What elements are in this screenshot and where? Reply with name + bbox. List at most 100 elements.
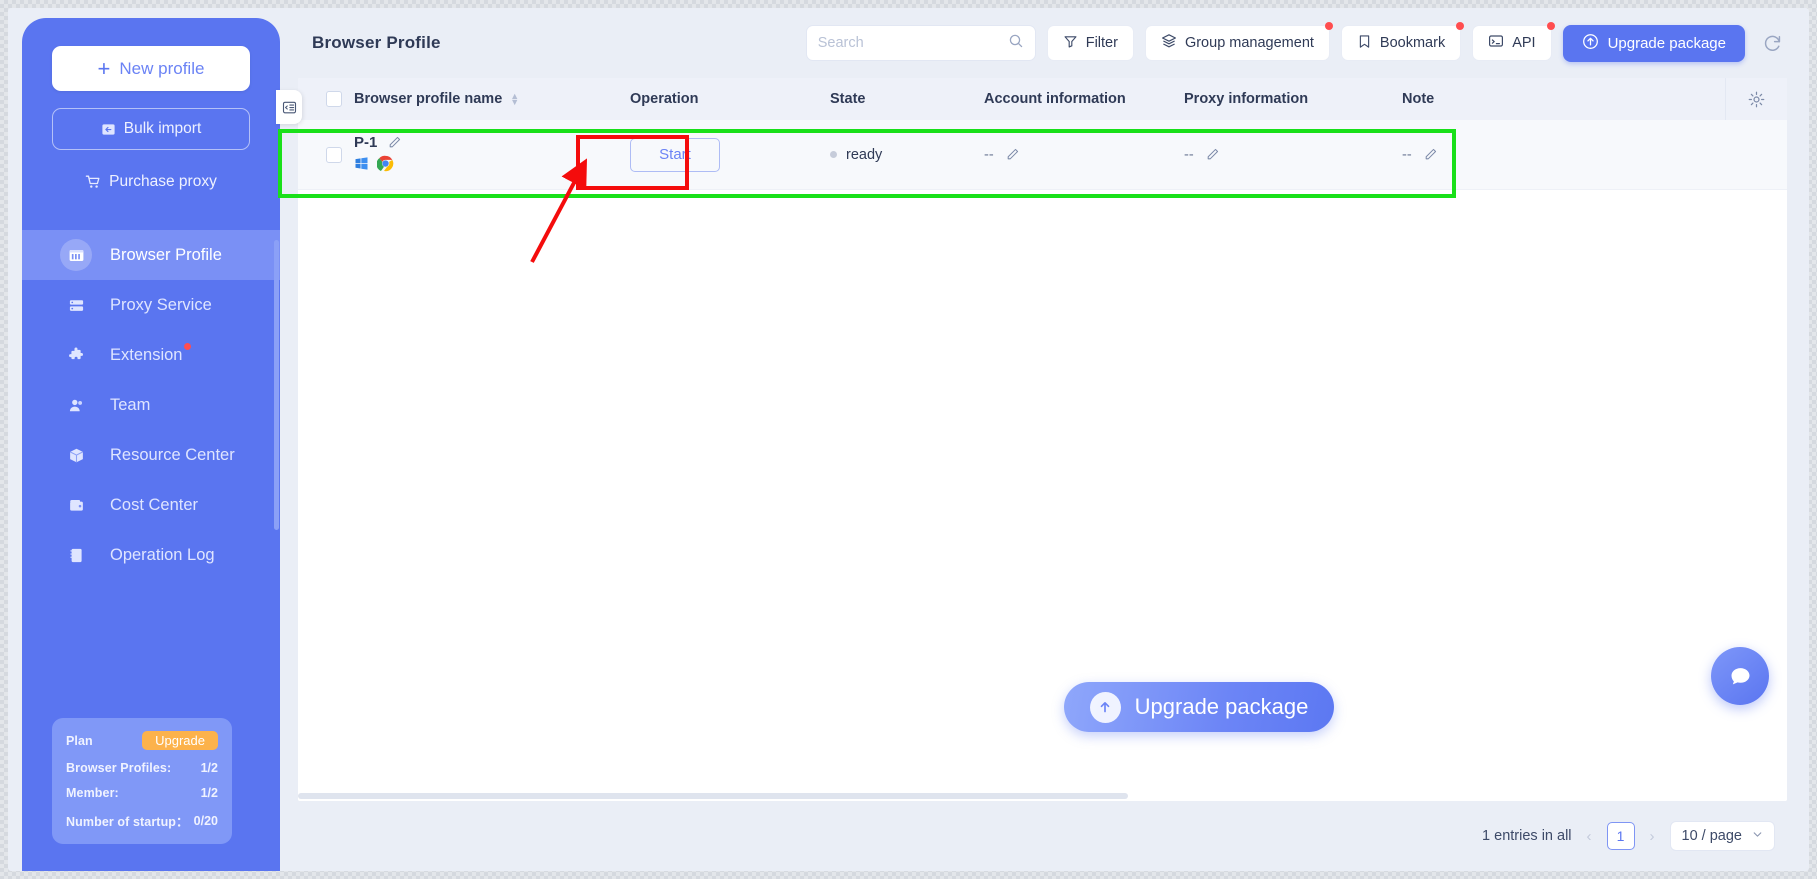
group-management-button[interactable]: Group management	[1144, 22, 1333, 61]
notification-dot	[184, 342, 192, 350]
bulk-import-label: Bulk import	[123, 120, 202, 137]
api-button[interactable]: API	[1472, 22, 1555, 61]
status-label: ready	[846, 146, 883, 163]
plan-row-browser-profiles: Browser Profiles: 1/2	[66, 761, 218, 775]
column-state: State	[830, 91, 984, 107]
browser-icon	[60, 239, 92, 271]
search-box[interactable]	[805, 25, 1036, 61]
horizontal-scrollbar[interactable]	[298, 791, 1787, 801]
scrollbar-thumb[interactable]	[298, 793, 1128, 799]
terminal-icon	[1488, 33, 1504, 53]
sidebar-nav: Browser Profile Proxy Service Extension …	[22, 230, 280, 580]
column-account-information: Account information	[984, 91, 1184, 107]
toolbar-actions: Filter Group management	[805, 22, 1783, 62]
chat-support-button[interactable]	[1711, 647, 1769, 705]
caret-down-icon: ▼	[510, 97, 520, 107]
plan-row-value: 0/20	[193, 813, 218, 828]
filter-icon	[1063, 34, 1078, 53]
entries-count: 1 entries in all	[1482, 828, 1572, 844]
chat-icon	[1731, 667, 1749, 684]
main-content: Browser Profile Search Filter Group mana…	[298, 8, 1809, 871]
layers-icon	[1161, 33, 1177, 53]
upgrade-package-cta[interactable]: Upgrade package	[1064, 682, 1334, 732]
proxy-value: --	[1184, 146, 1194, 163]
sidebar-item-label: Extension	[110, 342, 192, 365]
notification-dot	[1546, 22, 1555, 30]
column-label: Note	[1402, 91, 1435, 107]
upgrade-package-label: Upgrade package	[1607, 34, 1726, 52]
page-number-1[interactable]: 1	[1606, 822, 1635, 850]
column-label: Browser profile name	[354, 91, 503, 107]
cart-icon	[85, 174, 101, 190]
bookmark-button[interactable]: Bookmark	[1340, 22, 1465, 61]
sort-toggle[interactable]: ▲ ▼	[510, 92, 520, 107]
column-proxy-information: Proxy information	[1184, 91, 1402, 107]
windows-icon	[354, 156, 369, 175]
sidebar-item-team[interactable]: Team	[22, 380, 280, 430]
notification-dot	[1456, 22, 1465, 30]
sidebar-scrollbar[interactable]	[274, 240, 279, 530]
plan-row-key: Browser Profiles:	[66, 761, 172, 775]
upgrade-package-button[interactable]: Upgrade package	[1562, 24, 1745, 62]
filter-button[interactable]: Filter	[1046, 25, 1134, 61]
sidebar-collapse-button[interactable]	[276, 90, 302, 124]
page-title: Browser Profile	[312, 33, 441, 52]
refresh-button[interactable]	[1762, 33, 1783, 54]
sidebar-item-label: Browser Profile	[110, 245, 222, 264]
start-button[interactable]: Start	[630, 137, 720, 172]
pagination-bar: 1 entries in all ‹ 1 › 10 / page	[298, 801, 1787, 871]
bookmark-label: Bookmark	[1379, 35, 1446, 51]
edit-account-icon[interactable]	[1005, 147, 1020, 162]
plan-upgrade-button[interactable]: Upgrade	[142, 731, 218, 750]
next-page-button[interactable]: ›	[1648, 828, 1657, 845]
bulk-import-button[interactable]: Bulk import	[52, 108, 250, 150]
edit-proxy-icon[interactable]	[1205, 147, 1220, 162]
page-size-select[interactable]: 10 / page	[1669, 821, 1775, 851]
note-value: --	[1402, 146, 1412, 163]
column-browser-profile-name: Browser profile name ▲ ▼	[354, 91, 630, 107]
sidebar-item-resource-center[interactable]: Resource Center	[22, 430, 280, 480]
row-checkbox-cell	[298, 146, 354, 163]
new-profile-button[interactable]: + New profile	[52, 46, 250, 91]
sidebar-item-browser-profile[interactable]: Browser Profile	[22, 230, 280, 280]
book-icon	[60, 539, 92, 571]
cell-proxy-information: --	[1184, 147, 1402, 163]
plan-card: Plan Upgrade Browser Profiles: 1/2 Membe…	[52, 718, 232, 844]
search-input[interactable]	[817, 35, 1008, 51]
profile-name: P-1	[354, 133, 378, 151]
select-all-checkbox[interactable]	[326, 91, 342, 107]
column-note: Note	[1402, 91, 1602, 107]
column-label: Account information	[984, 91, 1126, 107]
new-profile-label: New profile	[119, 58, 205, 78]
collapse-icon	[282, 101, 296, 113]
column-label: Proxy information	[1184, 91, 1309, 107]
column-operation: Operation	[630, 91, 830, 107]
api-label: API	[1512, 35, 1536, 51]
status-dot	[830, 151, 837, 158]
edit-name-icon[interactable]	[387, 135, 402, 150]
sidebar-item-operation-log[interactable]: Operation Log	[22, 530, 280, 580]
notification-dot	[1324, 22, 1333, 30]
table-row[interactable]: P-1 Start ready -- -- --	[298, 120, 1787, 190]
purchase-proxy-button[interactable]: Purchase proxy	[52, 164, 250, 200]
plan-row-number-of-startup: Number of startup： 0/20	[66, 811, 218, 830]
box-icon	[60, 439, 92, 471]
prev-page-button[interactable]: ‹	[1585, 828, 1594, 845]
account-value: --	[984, 146, 994, 163]
sidebar-item-cost-center[interactable]: Cost Center	[22, 480, 280, 530]
plan-row-key: Number of startup：	[66, 815, 189, 829]
search-icon[interactable]	[1008, 33, 1024, 54]
table-settings-button[interactable]	[1725, 78, 1787, 120]
row-checkbox[interactable]	[326, 146, 342, 163]
sidebar-item-label: Operation Log	[110, 545, 215, 564]
column-label: Operation	[630, 91, 699, 107]
sidebar-item-proxy-service[interactable]: Proxy Service	[22, 280, 280, 330]
plan-header: Plan Upgrade	[66, 731, 218, 750]
sidebar-item-extension[interactable]: Extension	[22, 330, 280, 380]
cell-state: ready	[830, 147, 984, 163]
edit-note-icon[interactable]	[1423, 147, 1438, 162]
sidebar: + New profile Bulk import Purchase proxy…	[22, 18, 280, 871]
plan-title: Plan	[66, 733, 93, 748]
chrome-icon	[376, 155, 394, 176]
table-panel: Browser profile name ▲ ▼ Operation State…	[298, 78, 1787, 801]
